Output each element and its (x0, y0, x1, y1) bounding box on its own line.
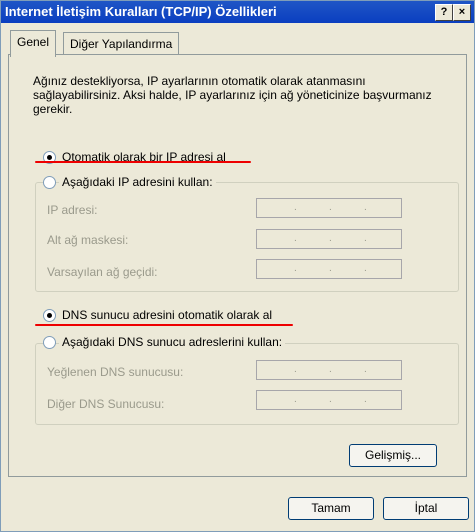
advanced-button[interactable]: Gelişmiş... (349, 444, 437, 467)
alternate-dns-field[interactable]: ... (256, 390, 402, 410)
dns-manual-label[interactable]: Aşağıdaki DNS sunucu adreslerini kullan: (59, 335, 286, 349)
help-button[interactable]: ? (435, 4, 453, 21)
manual-dns-group (35, 343, 459, 425)
ip-address-label: IP adresi: (47, 203, 98, 217)
dns-manual-radio[interactable] (43, 336, 56, 349)
tab-diger-yapilandirma[interactable]: Diğer Yapılandırma (63, 32, 180, 55)
default-gateway-label: Varsayılan ağ geçidi: (47, 265, 158, 279)
dns-auto-label[interactable]: DNS sunucu adresini otomatik olarak al (62, 308, 272, 322)
tcpip-properties-dialog: Internet İletişim Kuralları (TCP/IP) Öze… (0, 0, 475, 532)
ip-manual-label[interactable]: Aşağıdaki IP adresini kullan: (59, 175, 216, 189)
subnet-mask-label: Alt ağ maskesi: (47, 233, 129, 247)
ip-manual-radio[interactable] (43, 176, 56, 189)
close-button[interactable]: × (453, 4, 471, 21)
ok-button[interactable]: Tamam (288, 497, 374, 520)
dns-auto-highlight (35, 324, 293, 326)
subnet-mask-field[interactable]: ... (256, 229, 402, 249)
ip-auto-highlight (35, 161, 251, 163)
dns-auto-radio[interactable] (43, 309, 56, 322)
title-bar: Internet İletişim Kuralları (TCP/IP) Öze… (1, 1, 474, 23)
alternate-dns-label: Diğer DNS Sunucusu: (47, 397, 165, 411)
default-gateway-field[interactable]: ... (256, 259, 402, 279)
tab-genel[interactable]: Genel (10, 30, 57, 57)
ip-address-field[interactable]: ... (256, 198, 402, 218)
preferred-dns-label: Yeğlenen DNS sunucusu: (47, 365, 184, 379)
window-title: Internet İletişim Kuralları (TCP/IP) Öze… (5, 4, 277, 19)
preferred-dns-field[interactable]: ... (256, 360, 402, 380)
cancel-button[interactable]: İptal (383, 497, 469, 520)
description-text: Ağınız destekliyorsa, IP ayarlarının oto… (33, 74, 432, 116)
